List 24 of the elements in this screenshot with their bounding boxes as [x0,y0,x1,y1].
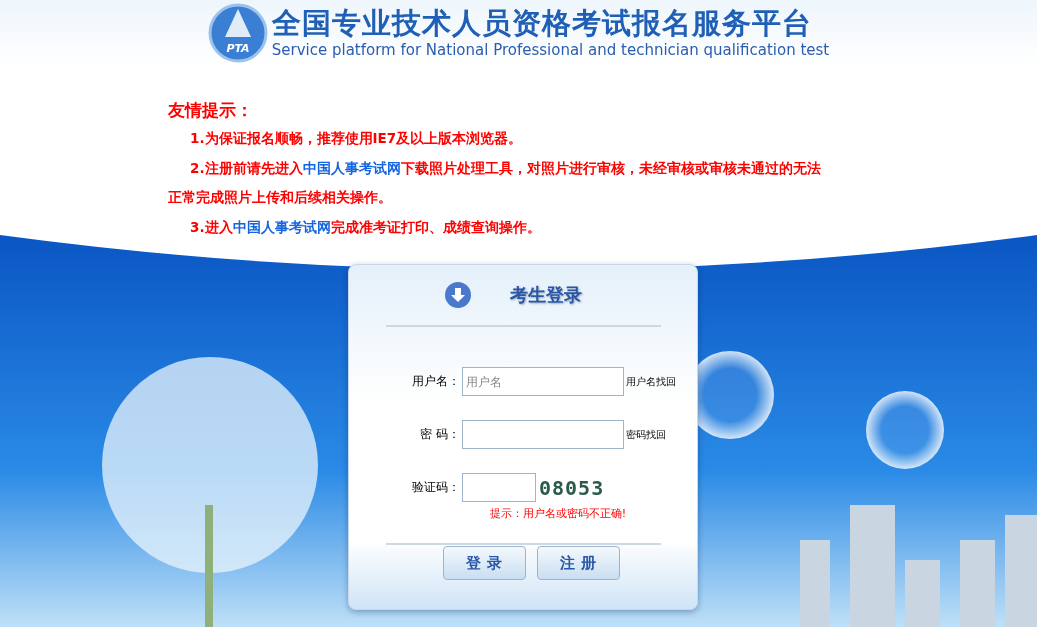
captcha-field[interactable] [462,473,536,502]
notice-text: 完成准考证打印、成绩查询操作。 [330,218,541,235]
site-title: 全国专业技术人员资格考试报名服务平台 [271,6,813,40]
username-field[interactable]: 用户名 [462,367,624,396]
login-button[interactable]: 登 录 [442,546,526,580]
field-label: 密 码： [419,426,460,443]
exam-site-link[interactable]: 中国人事考试网 [302,159,401,176]
notice-text: 3.进入 [190,218,233,235]
field-label: 验证码： [411,479,460,496]
recover-link[interactable]: 用户名找回 [626,374,676,389]
notice-text: 下载照片处理工具，对照片进行审核，未经审核或审核未通过的无法 [400,159,821,176]
notice-text: 正常完成照片上传和后续相关操作。 [168,189,392,205]
recover-link[interactable]: 密码找回 [626,427,666,442]
notice-text: 2.注册前请先进入 [190,159,303,176]
pta-logo-icon: PTA [207,3,268,63]
error-message: 提示：用户名或密码不正确! [489,506,627,521]
field-label: 用户名： [411,373,460,390]
exam-site-link[interactable]: 中国人事考试网 [232,218,331,235]
notice-heading: 友情提示： [168,99,253,122]
login-title: 考生登录 [509,283,582,307]
password-field[interactable] [462,420,624,449]
site-subtitle: Service platform for National Professional and technician qualification test [271,40,830,60]
register-button[interactable]: 注 册 [536,546,620,580]
notice-text: 1.为保证报名顺畅，推荐使用IE7及以上版本浏览器。 [190,130,523,146]
